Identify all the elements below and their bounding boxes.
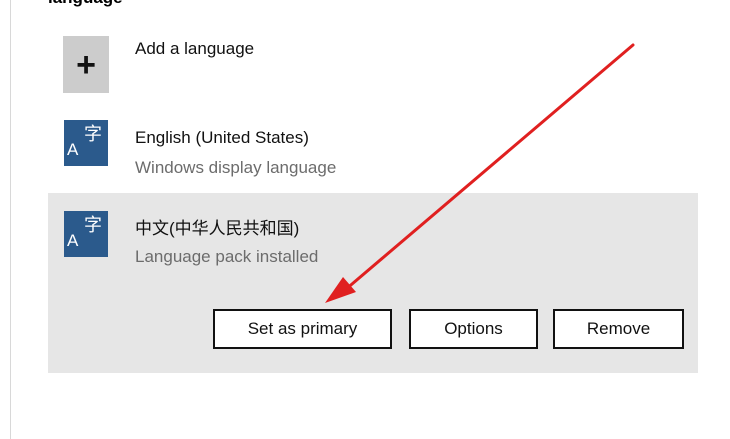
language-status: Windows display language [135,158,337,177]
language-item-english[interactable]: A 字 English (United States) Windows disp… [48,108,698,192]
language-status: Language pack installed [135,247,319,266]
language-character-icon: A 字 [64,120,108,166]
remove-button[interactable]: Remove [553,309,684,349]
section-heading: language [48,0,123,7]
language-name: English (United States) [135,128,309,147]
language-name: 中文(中华人民共和国) [135,219,300,238]
pane-divider [10,0,11,439]
language-settings-page: language + Add a language A 字 English (U… [0,0,730,439]
options-button[interactable]: Options [409,309,538,349]
set-as-primary-button[interactable]: Set as primary [213,309,392,349]
plus-icon: + [76,46,96,84]
add-language-item[interactable]: + Add a language [48,22,698,102]
add-language-tile[interactable]: + [63,36,109,93]
language-character-icon: A 字 [64,211,108,257]
language-item-chinese[interactable]: A 字 中文(中华人民共和国) Language pack installed … [48,193,698,373]
add-language-label: Add a language [135,39,255,58]
